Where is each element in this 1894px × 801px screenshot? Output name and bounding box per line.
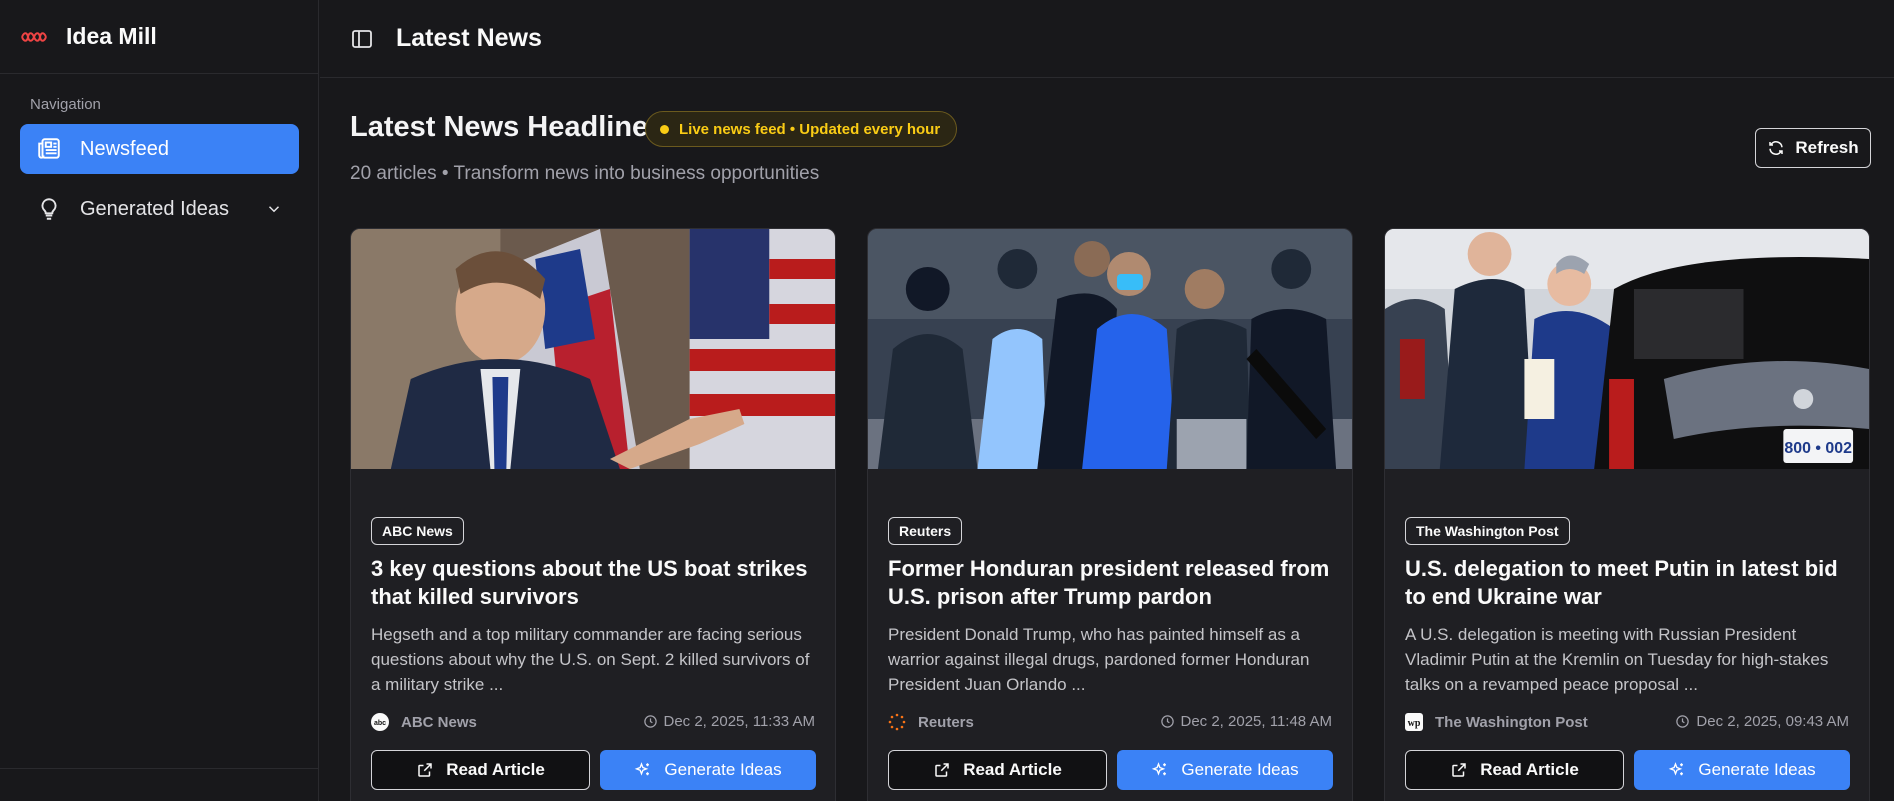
article-source: Reuters: [888, 713, 974, 731]
article-description: A U.S. delegation is meeting with Russia…: [1405, 625, 1829, 694]
date-text: Dec 2, 2025, 09:43 AM: [1696, 713, 1849, 730]
external-link-icon: [418, 763, 432, 777]
topbar: Latest News: [320, 0, 1894, 78]
article-image[interactable]: [351, 229, 835, 469]
date-text: Dec 2, 2025, 11:33 AM: [663, 713, 816, 730]
external-link-icon: [935, 763, 949, 777]
page-subtitle: 20 articles • Transform news into busine…: [350, 163, 820, 184]
clock-icon: [643, 715, 657, 728]
svg-text:abc: abc: [374, 720, 386, 727]
sidebar-item-label: Generated Ideas: [80, 197, 229, 220]
sidebar-item-newsfeed[interactable]: Newsfeed: [20, 124, 299, 174]
page-header-title: Latest News: [396, 24, 542, 52]
source-name: ABC News: [401, 713, 477, 731]
read-article-button[interactable]: Read Article: [1405, 750, 1624, 790]
read-article-button[interactable]: Read Article: [371, 750, 590, 790]
generate-ideas-button[interactable]: Generate Ideas: [1634, 750, 1850, 790]
generate-ideas-button[interactable]: Generate Ideas: [1117, 750, 1333, 790]
nav-heading: Navigation: [30, 96, 101, 113]
article-date: Dec 2, 2025, 11:33 AM: [643, 713, 816, 730]
sidebar-item-generated-ideas[interactable]: Generated Ideas: [20, 184, 299, 234]
clock-icon: [1676, 715, 1690, 728]
read-article-label: Read Article: [963, 760, 1062, 779]
page-title: Latest News Headlines: [350, 111, 665, 143]
article-image[interactable]: 800 • 002: [1385, 229, 1869, 469]
read-article-label: Read Article: [1480, 760, 1579, 779]
date-text: Dec 2, 2025, 11:48 AM: [1180, 713, 1333, 730]
abc-logo-icon: abc: [371, 713, 389, 731]
article-title[interactable]: 3 key questions about the US boat strike…: [371, 555, 817, 611]
sidebar-divider: [0, 768, 319, 769]
article-description: President Donald Trump, who has painted …: [888, 625, 1310, 694]
source-name: Reuters: [918, 713, 974, 731]
live-dot-icon: [660, 124, 669, 134]
refresh-button[interactable]: Refresh: [1755, 128, 1871, 168]
article-source: wp The Washington Post: [1405, 713, 1588, 731]
sparkles-icon: [1152, 762, 1167, 776]
sidebar-toggle-icon[interactable]: [350, 27, 374, 51]
news-card: Reuters Former Honduran president releas…: [867, 228, 1353, 801]
article-date: Dec 2, 2025, 09:43 AM: [1675, 713, 1849, 730]
live-badge-label: Live news feed • Updated every hour: [679, 120, 941, 138]
svg-text:800 • 002: 800 • 002: [1784, 440, 1852, 457]
sidebar-item-label: Newsfeed: [80, 137, 169, 160]
article-image[interactable]: [868, 229, 1352, 469]
brand[interactable]: Idea Mill: [0, 0, 318, 74]
sidebar: Idea Mill Navigation Newsfeed Generated …: [0, 0, 319, 801]
chevron-down-icon[interactable]: [265, 200, 283, 218]
sparkles-icon: [1669, 762, 1684, 776]
refresh-label: Refresh: [1795, 138, 1859, 157]
svg-text:wp: wp: [1408, 718, 1421, 729]
app-name: Idea Mill: [66, 23, 157, 49]
external-link-icon: [1452, 763, 1466, 777]
generate-ideas-button[interactable]: Generate Ideas: [600, 750, 816, 790]
reuters-logo-icon: [888, 713, 906, 731]
wapo-logo-icon: wp: [1405, 713, 1423, 731]
source-tag: The Washington Post: [1405, 517, 1570, 545]
article-source: abc ABC News: [371, 713, 477, 731]
source-tag: ABC News: [371, 517, 464, 545]
clock-icon: [1160, 715, 1174, 728]
main-content: Latest News Headlines Live news feed • U…: [320, 79, 1894, 801]
generate-ideas-label: Generate Ideas: [1181, 760, 1299, 779]
generate-ideas-label: Generate Ideas: [664, 760, 782, 779]
lightbulb-icon: [41, 198, 57, 220]
article-description: Hegseth and a top military commander are…: [371, 625, 810, 694]
article-title[interactable]: Former Honduran president released from …: [888, 555, 1334, 611]
live-status-badge: Live news feed • Updated every hour: [645, 111, 958, 147]
newspaper-icon: [38, 138, 60, 159]
idea-mill-logo-icon: [21, 31, 47, 42]
article-title[interactable]: U.S. delegation to meet Putin in latest …: [1405, 555, 1851, 611]
news-card: ABC News 3 key questions about the US bo…: [350, 228, 836, 801]
article-date: Dec 2, 2025, 11:48 AM: [1160, 713, 1333, 730]
source-tag: Reuters: [888, 517, 963, 545]
read-article-label: Read Article: [446, 760, 545, 779]
news-card: 800 • 002 The Washington Post U.S. deleg…: [1384, 228, 1870, 801]
generate-ideas-label: Generate Ideas: [1698, 760, 1816, 779]
source-name: The Washington Post: [1435, 713, 1588, 731]
read-article-button[interactable]: Read Article: [888, 750, 1107, 790]
refresh-icon: [1769, 141, 1784, 155]
sparkles-icon: [635, 762, 650, 776]
